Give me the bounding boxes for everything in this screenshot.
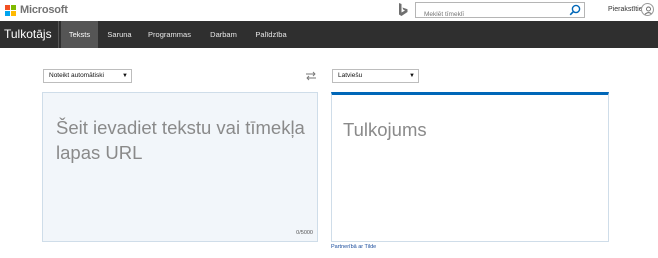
search-icon[interactable]: [569, 4, 581, 16]
tab-teksts[interactable]: Teksts: [61, 21, 98, 48]
source-language-select[interactable]: Noteikt automātiski ▼: [43, 69, 132, 83]
top-bar: Microsoft Pierakstīties: [0, 0, 658, 22]
source-placeholder: Šeit ievadiet tekstu vai tīmekļa lapas U…: [56, 117, 305, 163]
chevron-down-icon: ▼: [122, 73, 128, 79]
source-language-label: Noteikt automātiski: [49, 72, 104, 79]
translation-placeholder: Tulkojums: [343, 119, 427, 140]
character-count: 0/5000: [296, 230, 313, 236]
search-input[interactable]: [416, 7, 566, 22]
nav-bar: Tulkotājs Teksts Saruna Programmas Darba…: [0, 21, 658, 48]
tab-darbam[interactable]: Darbam: [201, 21, 246, 48]
partner-link[interactable]: Partnerībā ar Tilde: [331, 244, 376, 250]
tab-saruna[interactable]: Saruna: [101, 21, 138, 48]
microsoft-logo-icon: [5, 4, 16, 16]
search-box: [415, 2, 585, 22]
source-text-area[interactable]: Šeit ievadiet tekstu vai tīmekļa lapas U…: [42, 92, 318, 242]
nav-divider: [58, 21, 59, 48]
swap-languages-icon[interactable]: [305, 71, 317, 81]
target-language-select[interactable]: Latviešu ▼: [332, 69, 419, 83]
bing-icon[interactable]: [397, 3, 409, 17]
brand-name: Microsoft: [20, 4, 68, 16]
avatar[interactable]: [641, 3, 654, 16]
user-icon: [644, 6, 653, 15]
app-title[interactable]: Tulkotājs: [4, 27, 52, 41]
microsoft-logo[interactable]: Microsoft: [5, 4, 68, 16]
chevron-down-icon: ▼: [409, 73, 415, 79]
tab-palidziba[interactable]: Palīdzība: [249, 21, 293, 48]
target-language-label: Latviešu: [338, 72, 363, 79]
tab-programmas[interactable]: Programmas: [142, 21, 197, 48]
translation-output: Tulkojums: [331, 92, 609, 242]
